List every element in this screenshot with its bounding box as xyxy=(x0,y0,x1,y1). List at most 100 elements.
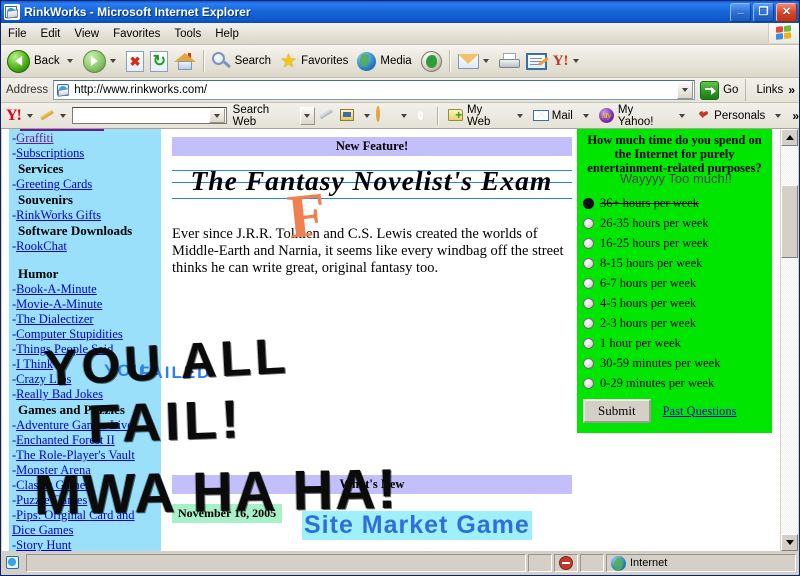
anti-spy-target-icon[interactable] xyxy=(376,106,393,123)
sidebar-item-i-think[interactable]: -I Think xyxy=(12,357,158,372)
favorites-button[interactable]: ★ Favorites xyxy=(277,48,354,74)
sidebar-link-label[interactable]: Monster Arena xyxy=(16,463,91,477)
radio-button-icon[interactable] xyxy=(583,258,594,269)
poll-option-row[interactable]: 8-15 hours per week xyxy=(583,256,766,271)
sidebar-link-label[interactable]: Really Bad Jokes xyxy=(16,387,103,401)
sidebar-link-label[interactable]: The Dialectizer xyxy=(16,312,93,326)
radio-button-icon[interactable] xyxy=(583,298,594,309)
radio-button-icon[interactable] xyxy=(583,318,594,329)
poll-option-row[interactable]: 16-25 hours per week xyxy=(583,236,766,251)
my-web-dropdown-icon[interactable] xyxy=(516,113,523,118)
refresh-button[interactable] xyxy=(147,48,171,74)
sidebar-link-label[interactable]: Subscriptions xyxy=(16,146,84,160)
search-web-button[interactable]: Search Web xyxy=(229,104,298,128)
sidebar-item-pips-original-card-and-dice-games[interactable]: -Pips: Original Card and Dice Games xyxy=(12,508,158,538)
sidebar-item-rinkworks-gifts[interactable]: -RinkWorks Gifts xyxy=(12,208,158,223)
sidebar-link-label[interactable]: I Think xyxy=(16,357,53,371)
radio-button-icon[interactable] xyxy=(583,218,594,229)
search-web-dropdown-button[interactable] xyxy=(299,106,315,125)
my-web-button[interactable]: My Web xyxy=(444,104,511,128)
vertical-scrollbar[interactable] xyxy=(780,129,798,551)
sidebar-link-label[interactable]: Things People Said xyxy=(16,342,113,356)
yahoo-search-dropdown-button[interactable] xyxy=(208,108,225,123)
scroll-up-button[interactable] xyxy=(781,129,798,146)
links-bar[interactable]: Links » xyxy=(745,79,799,101)
menu-item-tools[interactable]: Tools xyxy=(167,26,208,42)
messenger-button[interactable]: Y! xyxy=(550,48,586,74)
windows-flag-button[interactable] xyxy=(768,23,799,43)
sidebar-link-label[interactable]: Pips: Original Card and Dice Games xyxy=(12,508,135,537)
search-button[interactable]: Search xyxy=(209,48,277,74)
sidebar-item-classic-games[interactable]: -Classic Games xyxy=(12,478,158,493)
sidebar-item-greeting-cards[interactable]: -Greeting Cards xyxy=(12,177,158,192)
yahoo-pencil-dropdown-icon[interactable] xyxy=(60,113,67,118)
sidebar-item-puzzle-games[interactable]: -Puzzle Games xyxy=(12,493,158,508)
sidebar-link-label[interactable]: RinkWorks Gifts xyxy=(16,208,101,222)
links-overflow-icon[interactable]: » xyxy=(788,83,795,97)
media-button[interactable]: Media xyxy=(354,48,417,74)
sidebar-item-computer-stupidities[interactable]: -Computer Stupidities xyxy=(12,327,158,342)
sidebar-link-label[interactable]: Story Hunt xyxy=(16,538,71,551)
poll-option-row[interactable]: 4-5 hours per week xyxy=(583,296,766,311)
sidebar-item-subscriptions[interactable]: -Subscriptions xyxy=(12,146,158,161)
past-questions-link[interactable]: Past Questions xyxy=(663,404,737,419)
back-button[interactable]: Back xyxy=(4,48,80,74)
print-button[interactable] xyxy=(496,48,523,74)
address-input[interactable]: http://www.rinkworks.com/ xyxy=(53,80,696,100)
poll-option-row[interactable]: 1 hour per week xyxy=(583,336,766,351)
anti-spy-dropdown-icon[interactable] xyxy=(401,113,407,118)
menu-item-edit[interactable]: Edit xyxy=(34,26,68,42)
forward-dropdown-icon[interactable] xyxy=(109,59,116,63)
mail-button[interactable] xyxy=(455,48,496,74)
scrollbar-thumb[interactable] xyxy=(781,185,798,258)
poll-option-row[interactable]: 2-3 hours per week xyxy=(583,316,766,331)
radio-button-icon[interactable] xyxy=(583,278,594,289)
address-dropdown-button[interactable] xyxy=(677,81,694,99)
sidebar-item-the-dialectizer[interactable]: -The Dialectizer xyxy=(12,312,158,327)
sidebar-link-label[interactable]: The Role-Player's Vault xyxy=(16,448,135,462)
mail-toolbar-button[interactable]: Mail xyxy=(529,106,577,125)
my-yahoo-button[interactable]: My Yahoo! xyxy=(595,104,673,128)
yahoo-card-dropdown-icon[interactable] xyxy=(364,113,370,118)
sidebar-item-monster-arena[interactable]: -Monster Arena xyxy=(12,463,158,478)
yahoo-search-input[interactable] xyxy=(72,107,227,124)
sidebar-item-crazy-libs[interactable]: -Crazy Libs xyxy=(12,372,158,387)
poll-option-row[interactable]: 6-7 hours per week xyxy=(583,276,766,291)
status-zone-cell[interactable]: Internet xyxy=(606,554,796,572)
sidebar-link-label[interactable]: Greeting Cards xyxy=(16,177,92,191)
home-button[interactable] xyxy=(171,48,199,74)
sidebar-link-label[interactable]: Graffiti xyxy=(16,131,53,145)
mail-dropdown-icon[interactable] xyxy=(482,59,489,63)
sidebar-link-label[interactable]: Enchanted Forest II xyxy=(16,433,115,447)
sidebar-link-label[interactable]: Puzzle Games xyxy=(16,493,87,507)
poll-option-row[interactable]: 30-59 minutes per week xyxy=(583,356,766,371)
highlighter-icon[interactable] xyxy=(318,108,335,123)
edit-button[interactable] xyxy=(523,48,550,74)
sidebar-link-label[interactable]: RookChat xyxy=(16,239,67,253)
radio-button-icon[interactable] xyxy=(583,198,594,209)
poll-option-row[interactable]: 0-29 minutes per week xyxy=(583,376,766,391)
submit-button[interactable]: Submit xyxy=(583,399,651,423)
stop-button[interactable]: ✖ xyxy=(123,48,147,74)
sidebar-link-label[interactable]: Crazy Libs xyxy=(16,372,71,386)
exam-title-text[interactable]: The Fantasy Novelist's Exam xyxy=(190,166,552,197)
sidebar-item-the-role-player-s-vault[interactable]: -The Role-Player's Vault xyxy=(12,448,158,463)
forward-button[interactable] xyxy=(80,48,123,74)
radio-button-icon[interactable] xyxy=(583,358,594,369)
menu-item-view[interactable]: View xyxy=(67,26,106,42)
sidebar-link-label[interactable]: Adventure Games Live xyxy=(16,418,133,432)
sidebar-item-really-bad-jokes[interactable]: -Really Bad Jokes xyxy=(12,387,158,402)
personals-dropdown-icon[interactable] xyxy=(775,113,782,118)
status-privacy-cell[interactable] xyxy=(554,554,578,572)
maximize-button[interactable]: ❐ xyxy=(753,2,774,22)
sidebar-item-rookchat[interactable]: -RookChat xyxy=(12,239,158,254)
poll-option-row[interactable]: 36+ hours per week xyxy=(583,196,766,211)
sidebar-link-label[interactable]: Movie-A-Minute xyxy=(16,297,102,311)
sidebar-item-movie-a-minute[interactable]: -Movie-A-Minute xyxy=(12,297,158,312)
yahoo-logo-dropdown-icon[interactable] xyxy=(26,113,33,118)
sidebar-item-things-people-said[interactable]: -Things People Said xyxy=(12,342,158,357)
close-button[interactable]: ✕ xyxy=(776,2,797,22)
sidebar-item-story-hunt[interactable]: -Story Hunt xyxy=(12,538,158,551)
yahoo-pencil-icon[interactable] xyxy=(39,109,54,123)
menu-item-favorites[interactable]: Favorites xyxy=(106,26,167,42)
